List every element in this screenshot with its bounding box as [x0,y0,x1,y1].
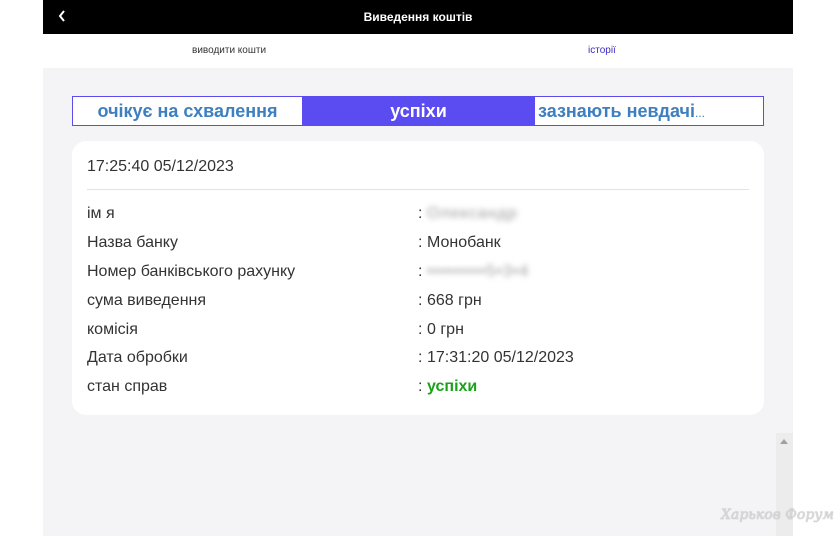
status-filter-tabs: очікує на схвалення успіхи зазнають невд… [72,96,764,126]
field-separator: : [418,234,423,251]
field-separator: : [418,263,423,280]
record-timestamp: 17:25:40 05/12/2023 [87,158,234,175]
field-label: комісія [87,321,138,338]
scroll-up-arrow-icon[interactable] [780,439,788,444]
field-label: ім я [87,205,115,222]
field-value-fee: 0 грн [427,321,464,338]
top-bar: Виведення коштів [43,0,793,34]
tab-success[interactable]: успіхи [303,97,534,125]
withdrawal-screen: Виведення коштів виводити кошти історії … [43,0,793,536]
field-row-status: стан справ : успіхи [87,378,749,400]
field-row-bank: Назва банку : Монобанк [87,234,749,256]
withdrawal-record-card: 17:25:40 05/12/2023 ім я : Олександр Наз… [72,141,764,415]
tab-failed[interactable]: зазнають невдачі... [534,97,763,125]
field-label: стан справ [87,378,168,395]
field-row-fee: комісія : 0 грн [87,321,749,343]
status-badge: успіхи [427,378,478,395]
tab-history[interactable]: історії [588,45,616,56]
field-value-processed-date: 17:31:20 05/12/2023 [427,349,574,366]
field-separator: : [418,321,423,338]
field-row-account: Номер банківського рахунку : •••••••••5•… [87,263,749,285]
field-label: сума виведення [87,292,207,309]
field-row-name: ім я : Олександр [87,205,749,227]
page-title: Виведення коштів [363,10,473,24]
field-value-amount: 668 грн [427,292,482,309]
field-row-amount: сума виведення : 668 грн [87,292,749,314]
tab-pending[interactable]: очікує на схвалення [73,97,303,125]
tab-failed-ellipsis: ... [694,106,705,120]
tab-withdraw[interactable]: виводити кошти [192,45,266,56]
sub-tabs: виводити кошти історії [43,34,793,68]
watermark: Харьков Форум [721,507,835,523]
field-label: Назва банку [87,234,178,251]
field-value-bank: Монобанк [427,234,501,251]
field-label: Дата обробки [87,349,188,366]
tab-failed-label: зазнають невдачі [538,101,695,121]
field-separator: : [418,205,423,222]
field-separator: : [418,292,423,309]
divider [87,189,749,190]
field-separator: : [418,378,423,395]
field-separator: : [418,349,423,366]
field-value-account: •••••••••5•3•4 [427,263,530,280]
field-label: Номер банківського рахунку [87,263,296,280]
field-row-processed-date: Дата обробки : 17:31:20 05/12/2023 [87,349,749,371]
field-value-name: Олександр [427,205,518,222]
